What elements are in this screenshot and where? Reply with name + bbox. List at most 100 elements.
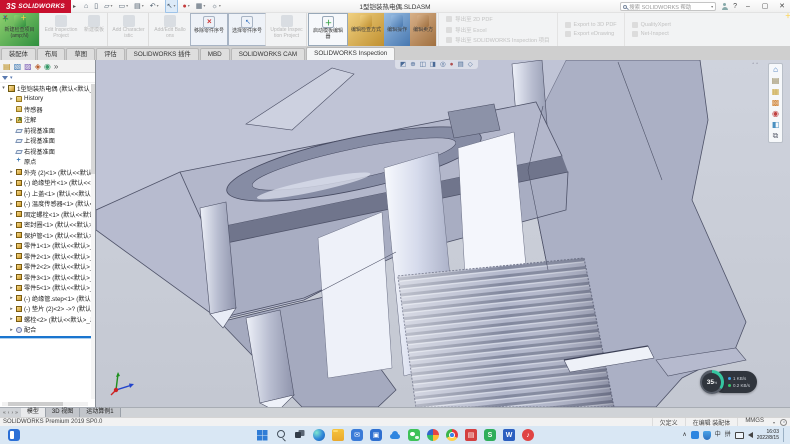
- security-tray-icon[interactable]: [703, 431, 711, 440]
- feature-tree-item[interactable]: ▸ (-) 绝缘垫片<1> (默认<<默认>_显示: [0, 178, 95, 189]
- expand-arrow-icon[interactable]: ▸: [9, 316, 14, 322]
- interference-icon[interactable]: ●: [183, 0, 191, 12]
- ribbon-button[interactable]: 启动模板编辑器: [308, 13, 348, 46]
- feature-tree-item[interactable]: 右视基准面: [0, 146, 95, 157]
- feature-tree-item[interactable]: ▾ 1型铠装热电偶 (默认<默认_显示状态-1>): [0, 83, 95, 94]
- appearances-tab[interactable]: ◉: [772, 109, 779, 119]
- ribbon-button[interactable]: Add Characteristic: [109, 13, 149, 46]
- ribbon-button[interactable]: Add/Edit Balloons: [150, 13, 190, 46]
- configurationmanager-tab[interactable]: ▨: [24, 61, 32, 72]
- feature-tree-item[interactable]: 传感器: [0, 104, 95, 115]
- options-icon[interactable]: ☼: [211, 0, 221, 12]
- ribbon-button[interactable]: 编辑操作: [384, 13, 410, 46]
- expand-arrow-icon[interactable]: ▸: [9, 190, 14, 196]
- graphics-viewport[interactable]: ◩⊕◫◨◎●▤◇ ▫▫ ⌂▤▦▩◉◧⧉ 35%: [96, 60, 790, 407]
- command-tab[interactable]: 评估: [96, 48, 125, 60]
- scene-icon[interactable]: ▤: [458, 60, 464, 69]
- feature-tree-item[interactable]: ▸ 零件2<2> (默认<<默认>_显示状态: [0, 262, 95, 273]
- display-style-icon[interactable]: ◨: [430, 60, 436, 69]
- taskbar-clock[interactable]: 16:03 2022/8/15: [757, 429, 779, 442]
- command-tab[interactable]: SOLIDWORKS 插件: [126, 48, 199, 60]
- overflow-tab[interactable]: »: [54, 61, 58, 72]
- command-tab[interactable]: 布局: [37, 48, 66, 60]
- maximize-button[interactable]: ▢: [759, 0, 771, 13]
- print-icon[interactable]: ▤: [134, 0, 145, 12]
- login-icon[interactable]: [721, 3, 728, 10]
- document-tab[interactable]: 3D 视图: [46, 408, 80, 417]
- tree-horizontal-scrollbar[interactable]: [2, 402, 88, 406]
- tree-filter[interactable]: ▾: [0, 73, 95, 83]
- viewport-corner-icons[interactable]: ▫▫: [752, 61, 760, 67]
- tab-nav-arrow-icon[interactable]: ‹: [8, 410, 10, 416]
- feature-tree-item[interactable]: ▸ (-) 绝缘管.step<1> (默认<<默认>_: [0, 293, 95, 304]
- open-icon[interactable]: ▱: [104, 0, 113, 12]
- thread-section[interactable]: [398, 258, 614, 407]
- document-tab[interactable]: 运动算例1: [80, 408, 120, 417]
- expand-arrow-icon[interactable]: ▾: [1, 85, 6, 91]
- partner-option[interactable]: Net-Inspect: [632, 31, 671, 37]
- music-app-icon[interactable]: ♪: [522, 429, 534, 441]
- command-tab[interactable]: 装配体: [1, 48, 36, 60]
- ime-mode[interactable]: 拼: [725, 426, 731, 444]
- export-option[interactable]: 导出至 Excel: [446, 26, 549, 34]
- tree-vertical-scrollbar[interactable]: [91, 84, 95, 399]
- new-document-icon[interactable]: ▯: [94, 1, 99, 12]
- tray-expand-icon[interactable]: ∧: [682, 426, 686, 444]
- feature-tree-item[interactable]: ▸ History: [0, 94, 95, 105]
- expand-arrow-icon[interactable]: ▸: [9, 243, 14, 249]
- expand-arrow-icon[interactable]: ▸: [9, 117, 14, 123]
- export-option[interactable]: Export eDrawing: [565, 31, 617, 37]
- command-tab[interactable]: SOLIDWORKS CAM: [231, 48, 305, 60]
- tab-nav-arrow-icon[interactable]: »: [15, 410, 18, 416]
- feature-tree-item[interactable]: 原点: [0, 157, 95, 168]
- command-tab[interactable]: SOLIDWORKS Inspection: [306, 47, 395, 60]
- appearance-icon[interactable]: ●: [450, 60, 454, 69]
- export-option[interactable]: 导出至 2D PDF: [446, 15, 549, 23]
- green-app-icon[interactable]: S: [484, 429, 496, 441]
- rollback-bar[interactable]: [0, 336, 95, 338]
- expand-arrow-icon[interactable]: ▸: [9, 264, 14, 270]
- volume-tray-icon[interactable]: [748, 432, 753, 438]
- feature-tree-item[interactable]: ▸ 零件5<1> (默认<<默认>_显示状态: [0, 283, 95, 294]
- ribbon-button[interactable]: 新建模板: [81, 13, 108, 46]
- feature-tree-item[interactable]: ▸ 外壳 (2)<1> (默认<<默认>_显示状态: [0, 167, 95, 178]
- expand-arrow-icon[interactable]: ▸: [9, 211, 14, 217]
- store-icon[interactable]: ▣: [370, 429, 382, 441]
- ribbon-button[interactable]: 编辑卖方: [410, 13, 437, 46]
- expand-arrow-icon[interactable]: ▸: [9, 306, 14, 312]
- feature-tree-item[interactable]: 前视基准面: [0, 125, 95, 136]
- chrome-icon[interactable]: [446, 429, 458, 441]
- ribbon-button[interactable]: Edit Inspection Project: [41, 13, 81, 46]
- help-button[interactable]: ?: [733, 3, 737, 10]
- view-palette-tab[interactable]: ▩: [772, 98, 780, 108]
- minimize-button[interactable]: –: [742, 0, 754, 13]
- feature-tree-item[interactable]: ▸ 螺栓<2> (默认<<默认>_显示状态: [0, 314, 95, 325]
- displaymanager-tab[interactable]: ◉: [44, 61, 51, 72]
- feature-tree-item[interactable]: ▸ 保护管<1> (默认<<默认>_显示状态: [0, 230, 95, 241]
- expand-arrow-icon[interactable]: ▸: [9, 180, 14, 186]
- ribbon-button[interactable]: 选择零件序号: [228, 13, 266, 46]
- expand-arrow-icon[interactable]: ▸: [9, 327, 14, 333]
- design-library-tab[interactable]: ▤: [772, 76, 780, 86]
- zoom-fit-icon[interactable]: ⊕: [410, 60, 415, 69]
- show-desktop-button[interactable]: [783, 428, 786, 442]
- custom-properties-tab[interactable]: ⧉: [773, 131, 779, 141]
- ribbon-button[interactable]: Update Inspection Project: [267, 13, 307, 46]
- expand-arrow-icon[interactable]: ▸: [9, 222, 14, 228]
- feature-tree-item[interactable]: ▸ (-) 温度传感器<1> (默认<<默认>_显: [0, 199, 95, 210]
- expand-arrow-icon[interactable]: ▸: [9, 274, 14, 280]
- tab-nav-arrow-icon[interactable]: ›: [11, 410, 13, 416]
- feature-tree-item[interactable]: ▸ 密封圈<1> (默认<<默认>_显示状态: [0, 220, 95, 231]
- undo-icon[interactable]: ↶: [150, 0, 160, 12]
- feature-tree-item[interactable]: ▸ (-) 上盖<1> (默认<<默认>_显示状态: [0, 188, 95, 199]
- expand-arrow-icon[interactable]: ▸: [9, 285, 14, 291]
- document-tab[interactable]: 模型: [21, 408, 46, 417]
- feature-tree-item[interactable]: ▸ 零件1<1> (默认<<默认>_显示状态: [0, 241, 95, 252]
- feature-tree-item[interactable]: 上视基准面: [0, 136, 95, 147]
- dictionary-icon[interactable]: ▤: [465, 429, 477, 441]
- units-caret-icon[interactable]: ▾: [773, 420, 775, 425]
- scenes-tab[interactable]: ◧: [772, 120, 780, 130]
- onedrive-icon[interactable]: [389, 429, 401, 441]
- search-button[interactable]: [275, 429, 287, 441]
- file-explorer-tab[interactable]: ▦: [772, 87, 780, 97]
